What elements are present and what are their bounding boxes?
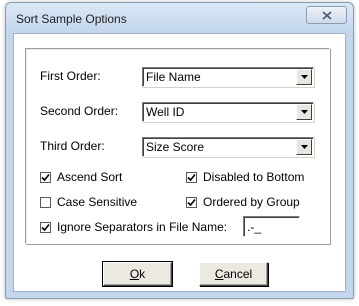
case-sensitive-checkbox[interactable]: Case Sensitive — [40, 195, 137, 209]
cancel-button-label: Cancel — [215, 267, 252, 281]
checkmark-icon — [187, 173, 196, 181]
sort-sample-options-dialog: Sort Sample Options First Order: File Na… — [5, 2, 354, 299]
checkbox-box[interactable] — [186, 196, 197, 208]
checkbox-box[interactable] — [40, 171, 51, 183]
second-order-select[interactable]: Well ID — [142, 102, 314, 122]
disabled-to-bottom-checkbox[interactable]: Disabled to Bottom — [186, 170, 304, 184]
checkbox-box[interactable] — [40, 196, 51, 208]
checkmark-icon — [41, 173, 50, 181]
checkbox-box[interactable] — [40, 221, 51, 233]
ok-button[interactable]: Ok — [102, 261, 173, 287]
first-order-value: File Name — [146, 70, 201, 84]
ok-button-label: Ok — [130, 267, 145, 281]
options-group: First Order: File Name Second Order: Wel… — [25, 48, 330, 244]
second-order-dropdown-button[interactable] — [296, 104, 312, 120]
first-order-select[interactable]: File Name — [142, 67, 314, 87]
checkmark-icon — [187, 198, 196, 206]
disabled-to-bottom-label: Disabled to Bottom — [203, 170, 305, 184]
chevron-down-icon — [300, 75, 308, 79]
separators-input[interactable] — [243, 216, 300, 237]
cancel-button[interactable]: Cancel — [199, 262, 268, 286]
cancel-label-rest: ancel — [223, 267, 253, 281]
ascend-sort-label: Ascend Sort — [57, 170, 123, 184]
ordered-by-group-label: Ordered by Group — [203, 195, 300, 209]
ordered-by-group-checkbox[interactable]: Ordered by Group — [186, 195, 300, 209]
close-button[interactable] — [306, 6, 347, 24]
third-order-select[interactable]: Size Score — [142, 137, 314, 157]
second-order-label: Second Order: — [40, 104, 119, 118]
ignore-separators-checkbox[interactable]: Ignore Separators in File Name: — [40, 220, 227, 234]
close-icon — [321, 10, 332, 20]
third-order-label: Third Order: — [40, 139, 105, 153]
dialog-title: Sort Sample Options — [16, 12, 127, 26]
checkmark-icon — [41, 223, 50, 231]
case-sensitive-label: Case Sensitive — [57, 195, 138, 209]
ok-label-rest: k — [139, 267, 146, 281]
title-bar[interactable]: Sort Sample Options — [6, 3, 353, 33]
chevron-down-icon — [300, 110, 308, 114]
ignore-separators-label: Ignore Separators in File Name: — [57, 220, 228, 234]
ok-mnemonic: O — [129, 267, 140, 281]
dialog-body: First Order: File Name Second Order: Wel… — [13, 33, 346, 292]
third-order-value: Size Score — [146, 140, 205, 154]
ascend-sort-checkbox[interactable]: Ascend Sort — [40, 170, 122, 184]
first-order-dropdown-button[interactable] — [296, 69, 312, 85]
third-order-dropdown-button[interactable] — [296, 139, 312, 155]
checkbox-box[interactable] — [186, 171, 197, 183]
chevron-down-icon — [300, 145, 308, 149]
first-order-label: First Order: — [40, 69, 101, 83]
second-order-value: Well ID — [146, 105, 185, 119]
